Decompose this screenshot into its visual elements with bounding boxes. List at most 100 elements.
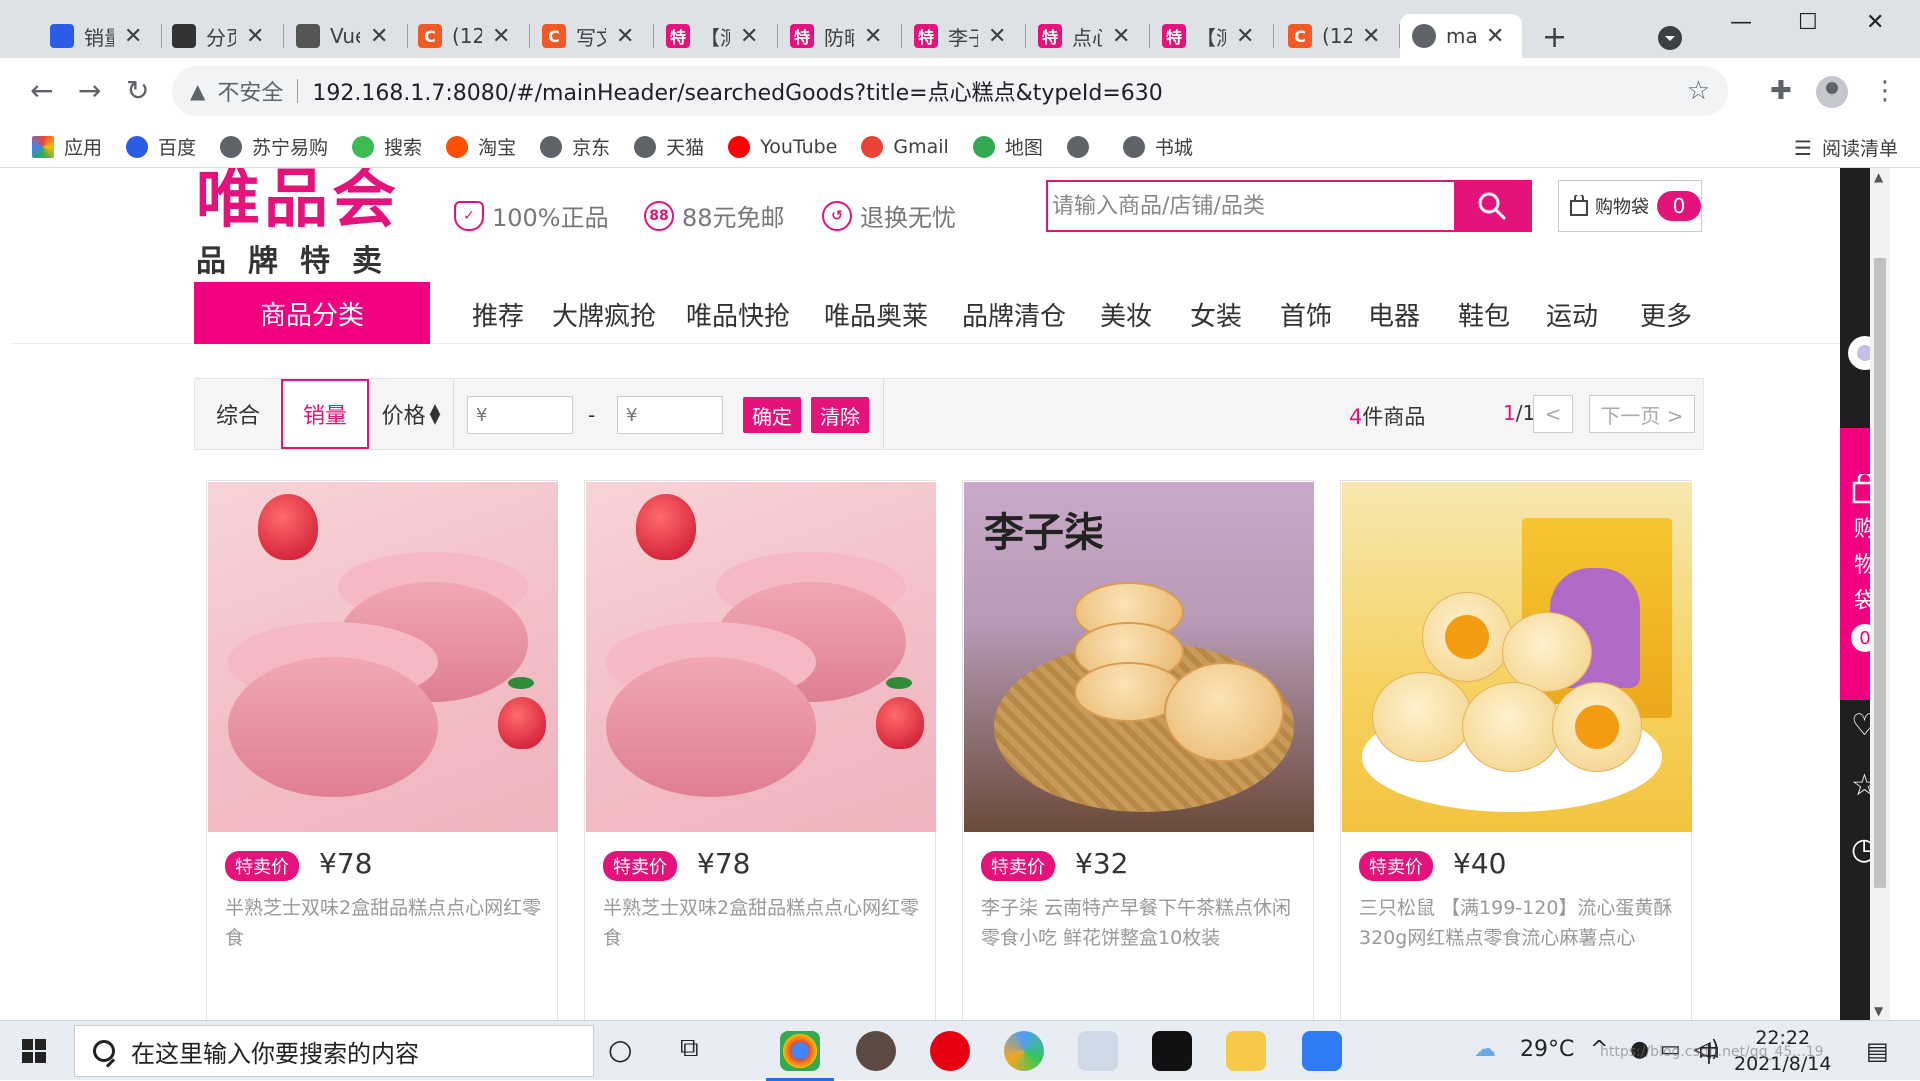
product-image[interactable]: 李子柒 (964, 482, 1314, 832)
monitor-app-icon[interactable] (1078, 1031, 1118, 1071)
prev-page-button[interactable]: < (1533, 395, 1573, 433)
shopping-bag-button[interactable]: 购物袋 0 (1558, 180, 1702, 232)
address-bar[interactable]: ▲ 不安全 192.168.1.7:8080/#/mainHeader/sear… (172, 66, 1728, 116)
bookmark-item[interactable]: 地图 (972, 133, 1043, 160)
nav-item[interactable]: 女装 (1190, 296, 1242, 333)
tab-close-icon[interactable]: ✕ (492, 24, 510, 49)
tab-close-icon[interactable]: ✕ (1236, 24, 1254, 49)
weather-temp[interactable]: 29°C (1520, 1037, 1574, 1062)
confirm-price-button[interactable]: 确定 (743, 397, 801, 433)
category-menu-button[interactable]: 商品分类 (194, 282, 430, 344)
product-name[interactable]: 三只松鼠 【满199-120】流心蛋黄酥320g网红糕点零食流心麻薯点心 (1359, 893, 1679, 953)
product-name[interactable]: 李子柒 云南特产早餐下午茶糕点休闲零食小吃 鲜花饼整盒10枚装 (981, 893, 1301, 953)
search-button[interactable] (1454, 180, 1530, 232)
tab-close-icon[interactable]: ✕ (1112, 24, 1130, 49)
browser-app-icon[interactable] (1004, 1031, 1044, 1071)
browser-tab[interactable]: Vue ✕ (284, 14, 408, 58)
weather-cloud-icon[interactable]: ☁ (1474, 1037, 1496, 1062)
product-name[interactable]: 半熟芝士双味2盒甜品糕点点心网红零食 (603, 893, 923, 953)
reload-icon[interactable]: ↻ (126, 74, 149, 107)
bookmark-item[interactable]: 苏宁易购 (220, 133, 328, 160)
tab-close-icon[interactable]: ✕ (740, 24, 758, 49)
product-image[interactable] (586, 482, 936, 832)
bookmark-item[interactable]: 天猫 (634, 133, 704, 160)
nav-item[interactable]: 唯品快抢 (686, 296, 790, 333)
tab-close-icon[interactable]: ✕ (370, 24, 388, 49)
file-explorer-icon[interactable] (1226, 1031, 1266, 1071)
nav-item[interactable]: 推荐 (472, 296, 524, 333)
photo-app-icon[interactable] (856, 1031, 896, 1071)
product-card[interactable]: 特卖价 ¥78 半熟芝士双味2盒甜品糕点点心网红零食 (206, 480, 558, 1020)
browser-tab[interactable]: 特李子 ✕ (902, 14, 1026, 58)
maximize-icon[interactable]: ☐ (1798, 10, 1818, 35)
nav-item[interactable]: 大牌疯抢 (552, 296, 656, 333)
nav-item[interactable]: 唯品奥莱 (824, 296, 928, 333)
browser-tab[interactable]: ma ✕ (1400, 14, 1522, 58)
nav-item[interactable]: 更多 (1640, 296, 1692, 333)
nav-item[interactable]: 电器 (1368, 296, 1420, 333)
product-name[interactable]: 半熟芝士双味2盒甜品糕点点心网红零食 (225, 893, 545, 953)
scroll-up-icon[interactable]: ▲ (1874, 170, 1883, 184)
product-card[interactable]: 特卖价 ¥40 三只松鼠 【满199-120】流心蛋黄酥320g网红糕点零食流心… (1340, 480, 1692, 1020)
bookmark-item[interactable] (1066, 135, 1099, 158)
clear-price-button[interactable]: 清除 (811, 397, 869, 433)
back-icon[interactable]: ← (30, 74, 53, 107)
jetbrains-app-icon[interactable] (1152, 1031, 1192, 1071)
notification-icon[interactable]: ▤ (1866, 1037, 1889, 1065)
browser-tab[interactable]: C (12 ✕ (1276, 14, 1400, 58)
browser-tab[interactable]: 分页 ✕ (160, 14, 284, 58)
reading-list[interactable]: ☰ 阅读清单 (1794, 134, 1898, 161)
warning-icon[interactable]: ▲ (190, 79, 205, 103)
tab-close-icon[interactable]: ✕ (1362, 24, 1380, 49)
nav-item[interactable]: 首饰 (1280, 296, 1332, 333)
nav-item[interactable]: 品牌清仓 (962, 296, 1066, 333)
product-card[interactable]: 李子柒 特卖价 ¥32 李子柒 云南特产早餐下午茶糕点休闲零食小吃 鲜花饼整盒1… (962, 480, 1314, 1020)
tab-close-icon[interactable]: ✕ (1486, 24, 1504, 49)
bookmark-item[interactable]: 应用 (32, 133, 102, 160)
new-tab-button[interactable]: + (1542, 20, 1567, 55)
bookmark-item[interactable]: 搜索 (352, 133, 422, 160)
bookmark-item[interactable]: 淘宝 (446, 133, 516, 160)
netease-music-icon[interactable] (930, 1031, 970, 1071)
browser-tab[interactable]: 销量 ✕ (38, 14, 162, 58)
tab-close-icon[interactable]: ✕ (988, 24, 1006, 49)
tab-search-icon[interactable] (1658, 26, 1682, 50)
tab-close-icon[interactable]: ✕ (124, 24, 142, 49)
windows-start-icon[interactable] (22, 1039, 46, 1063)
sort-price[interactable]: 价格 ▲ ▼ (369, 379, 453, 449)
chrome-app-icon[interactable] (766, 1031, 834, 1081)
cortana-icon[interactable]: ○ (608, 1033, 632, 1066)
bookmark-star-icon[interactable]: ☆ (1687, 76, 1710, 106)
product-image[interactable] (208, 482, 558, 832)
tab-close-icon[interactable]: ✕ (616, 24, 634, 49)
price-max-input[interactable] (617, 396, 723, 434)
bookmark-item[interactable]: 百度 (126, 133, 196, 160)
nav-item[interactable]: 美妆 (1100, 296, 1152, 333)
close-window-icon[interactable]: ✕ (1866, 10, 1884, 35)
browser-tab[interactable]: 特【测 ✕ (654, 14, 778, 58)
taskbar-search[interactable]: 在这里输入你要搜索的内容 (74, 1025, 594, 1077)
forward-icon[interactable]: → (78, 74, 101, 107)
menu-kebab-icon[interactable]: ⋮ (1872, 76, 1898, 106)
page-scrollbar[interactable]: ▲ ▼ (1870, 168, 1890, 1020)
vip-logo[interactable]: 唯品会 品牌特卖 (196, 168, 404, 280)
insecure-label[interactable]: 不安全 (217, 75, 283, 107)
nav-item[interactable]: 鞋包 (1458, 296, 1510, 333)
scroll-down-icon[interactable]: ▼ (1874, 1004, 1883, 1018)
extensions-puzzle-icon[interactable]: ✚ (1770, 76, 1792, 106)
price-min-input[interactable] (467, 396, 573, 434)
scrollbar-thumb[interactable] (1874, 258, 1886, 888)
tab-close-icon[interactable]: ✕ (864, 24, 882, 49)
bookmark-item[interactable]: Gmail (861, 135, 949, 158)
browser-tab[interactable]: C 写文 ✕ (530, 14, 654, 58)
bookmark-item[interactable]: 书城 (1122, 133, 1193, 160)
tab-close-icon[interactable]: ✕ (246, 24, 264, 49)
browser-tab[interactable]: 特【测 ✕ (1150, 14, 1274, 58)
sort-comprehensive[interactable]: 综合 (195, 379, 281, 449)
search-input[interactable] (1048, 182, 1444, 230)
minimize-icon[interactable]: — (1730, 10, 1752, 35)
url-text[interactable]: 192.168.1.7:8080/#/mainHeader/searchedGo… (312, 75, 1162, 107)
bookmark-item[interactable]: 京东 (540, 133, 610, 160)
task-view-icon[interactable]: ⧉ (680, 1033, 699, 1064)
sort-sales[interactable]: 销量 (281, 379, 369, 449)
